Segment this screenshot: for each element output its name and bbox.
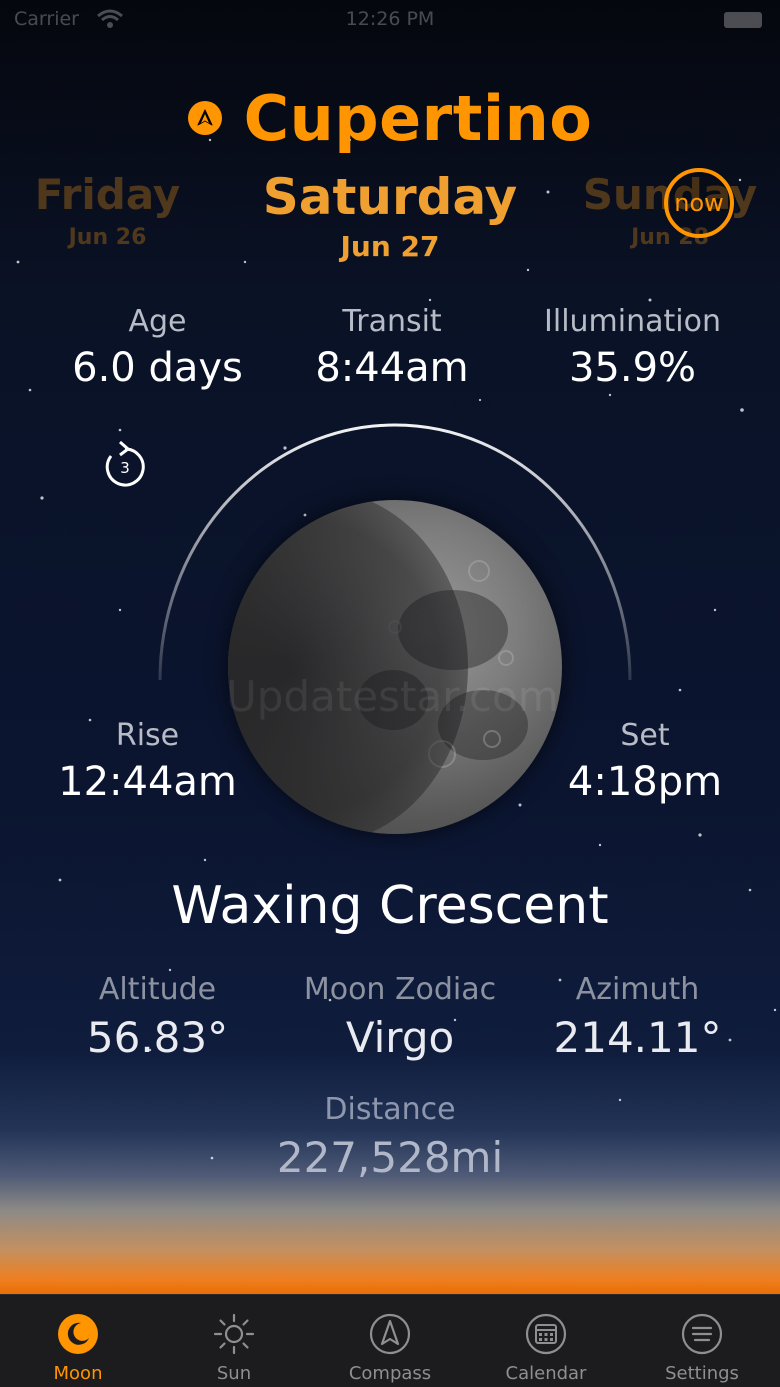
day-next-date: Jun 28 xyxy=(631,225,709,250)
status-bar: Carrier 12:26 PM xyxy=(0,0,780,40)
location-header[interactable]: Cupertino xyxy=(0,78,780,158)
day-current[interactable]: Saturday Jun 27 xyxy=(250,168,530,263)
phase-name: Waxing Crescent xyxy=(171,876,609,936)
set-stat: Set 4:18pm xyxy=(555,718,735,805)
calendar-icon xyxy=(525,1313,567,1355)
rise-label: Rise xyxy=(115,718,180,753)
day-previous-name: Friday xyxy=(34,170,181,219)
city-name[interactable]: Cupertino xyxy=(244,82,593,155)
azimuth-value: 214.11° xyxy=(553,1013,722,1062)
illumination-label: Illumination xyxy=(544,304,721,339)
transit-label: Transit xyxy=(342,304,442,339)
settings-icon xyxy=(681,1313,723,1355)
watermark: Updatestar.com xyxy=(226,672,559,721)
tab-moon-label: Moon xyxy=(53,1363,103,1384)
moon-image[interactable] xyxy=(228,500,562,834)
status-time: 12:26 PM xyxy=(345,8,435,30)
rise-stat: Rise 12:44am xyxy=(40,718,255,805)
azimuth-label: Azimuth xyxy=(575,972,700,1007)
age-stat: Age 6.0 days xyxy=(40,304,275,391)
tab-settings-label: Settings xyxy=(665,1363,739,1384)
zodiac-value: Virgo xyxy=(345,1013,455,1062)
day-previous-date: Jun 26 xyxy=(68,225,147,250)
altitude-value: 56.83° xyxy=(86,1013,229,1062)
replay-count: 3 xyxy=(120,459,130,477)
tab-bar: Moon Sun Compass Calendar Settings xyxy=(0,1294,780,1387)
altitude-label: Altitude xyxy=(98,972,217,1007)
tab-sun[interactable]: Sun xyxy=(156,1295,312,1387)
tab-calendar[interactable]: Calendar xyxy=(468,1295,624,1387)
location-arrow-icon[interactable] xyxy=(187,101,222,135)
distance-value: 227,528mi xyxy=(276,1133,504,1182)
sun-icon xyxy=(213,1313,255,1355)
illumination-value: 35.9% xyxy=(568,345,697,391)
azimuth-stat: Azimuth 214.11° xyxy=(540,972,735,1062)
transit-stat: Transit 8:44am xyxy=(272,304,512,391)
illumination-stat: Illumination 35.9% xyxy=(530,304,735,391)
battery-icon xyxy=(724,12,762,28)
zodiac-stat: Moon Zodiac Virgo xyxy=(290,972,510,1062)
tab-compass-label: Compass xyxy=(348,1363,432,1384)
tab-settings[interactable]: Settings xyxy=(624,1295,780,1387)
transit-value: 8:44am xyxy=(315,345,469,391)
day-current-name: Saturday xyxy=(262,168,518,226)
now-button[interactable]: now xyxy=(664,168,734,238)
day-current-date: Jun 27 xyxy=(340,230,440,263)
tab-compass[interactable]: Compass xyxy=(312,1295,468,1387)
set-label: Set xyxy=(620,718,670,753)
compass-icon xyxy=(369,1313,411,1355)
distance-stat: Distance 227,528mi xyxy=(240,1092,540,1182)
moon-icon xyxy=(58,1314,98,1354)
zodiac-label: Moon Zodiac xyxy=(303,972,497,1007)
day-previous[interactable]: Friday Jun 26 xyxy=(0,170,215,250)
set-value: 4:18pm xyxy=(567,759,723,805)
tab-sun-label: Sun xyxy=(216,1363,252,1384)
distance-label: Distance xyxy=(324,1092,456,1127)
tab-moon[interactable]: Moon xyxy=(0,1295,156,1387)
age-label: Age xyxy=(128,304,187,339)
altitude-stat: Altitude 56.83° xyxy=(40,972,275,1062)
rise-value: 12:44am xyxy=(58,759,237,805)
tab-calendar-label: Calendar xyxy=(505,1363,587,1384)
age-value: 6.0 days xyxy=(72,345,243,391)
